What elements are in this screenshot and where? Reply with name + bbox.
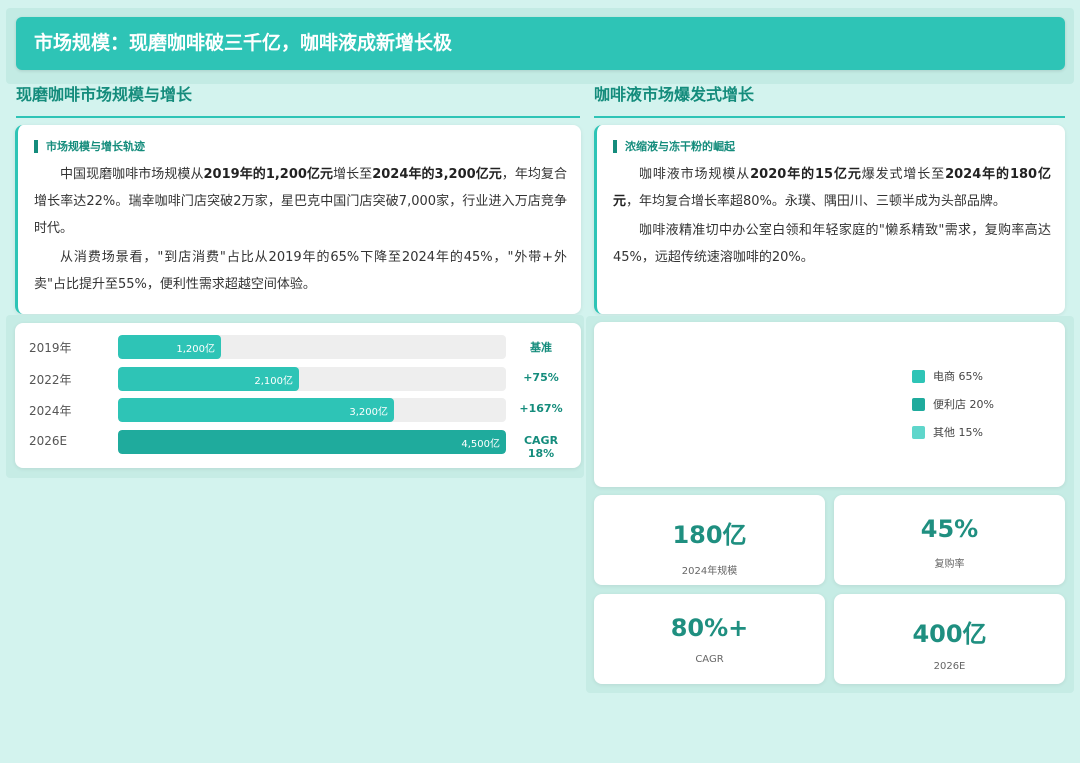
left-card-subtitle: 市场规模与增长轨迹: [34, 139, 567, 155]
bar-row: 2022年 2,100亿 +75%: [15, 367, 581, 393]
right-paragraph-2: 咖啡液精准切中办公室白领和年轻家庭的"懒系精致"需求，复购率高达45%，远超传统…: [613, 223, 1051, 265]
legend-label: 其他 15%: [933, 426, 983, 439]
stat-value: 45%: [920, 515, 979, 543]
legend-item-convenience-store: 便利店 20%: [912, 396, 994, 412]
bar-growth-label: +167%: [519, 402, 563, 415]
legend-item-other: 其他 15%: [912, 424, 983, 440]
highlight: 2024年的3,200亿元: [372, 167, 502, 182]
right-section-title: 咖啡液市场爆发式增长: [594, 84, 1065, 118]
stat-card-repurchase: 45% 复购率: [834, 495, 1065, 585]
bar-track: 4,500亿: [118, 430, 506, 454]
page-title: 市场规模：现磨咖啡破三千亿，咖啡液成新增长极: [16, 17, 1065, 70]
bar-growth-label: +75%: [523, 371, 559, 384]
right-section-title-text: 咖啡液市场爆发式增长: [594, 85, 755, 104]
text: 中国现磨咖啡市场规模从: [60, 167, 204, 182]
text: 爆发式增长至: [861, 167, 946, 182]
bar-year-label: 2024年: [29, 404, 72, 418]
legend-swatch: [912, 397, 925, 411]
left-section-title-text: 现磨咖啡市场规模与增长: [16, 85, 193, 104]
text: 咖啡液市场规模从: [639, 167, 751, 182]
legend-label: 电商 65%: [933, 370, 983, 383]
header-container: 市场规模：现磨咖啡破三千亿，咖啡液成新增长极: [6, 8, 1074, 84]
bar-row: 2024年 3,200亿 +167%: [15, 398, 581, 424]
highlight: 2020年的15亿元: [750, 167, 862, 182]
right-paragraph-1: 咖啡液市场规模从2020年的15亿元爆发式增长至2024年的180亿元，年均复合…: [613, 161, 1051, 215]
bar-year-label: 2026E: [29, 434, 68, 448]
bar-chart-card: 2019年 1,200亿 基准 2022年 2,100亿 +75% 2024年 3,200亿 +…: [15, 323, 581, 468]
stat-card-cagr: 80%+ CAGR: [594, 594, 825, 684]
right-card-subtitle: 浓缩液与冻干粉的崛起: [613, 139, 1051, 155]
left-text-card: 市场规模与增长轨迹 中国现磨咖啡市场规模从2019年的1,200亿元增长至202…: [15, 125, 581, 314]
stat-label: 复购率: [934, 559, 965, 570]
bar-growth-label: CAGR 18%: [523, 434, 559, 460]
stat-label: 2024年规模: [681, 566, 738, 577]
stat-value: 80%+: [670, 614, 749, 642]
stat-card-2026-forecast: 400亿 2026E: [834, 594, 1065, 684]
stat-label: 2026E: [933, 661, 966, 672]
stat-card-scale: 180亿 2024年规模: [594, 495, 825, 585]
legend-swatch: [912, 425, 925, 439]
highlight: 2019年的1,200亿元: [203, 167, 334, 182]
left-paragraph-2: 从消费场景看，"到店消费"占比从2019年的65%下降至2024年的45%，"外…: [34, 250, 567, 292]
bar-value-label: 3,200亿: [349, 407, 388, 418]
bar-row: 2026E 4,500亿 CAGR 18%: [15, 430, 581, 460]
left-paragraph-1: 中国现磨咖啡市场规模从2019年的1,200亿元增长至2024年的3,200亿元…: [34, 161, 567, 242]
bar-year-label: 2019年: [29, 341, 72, 355]
text: 增长至: [333, 167, 373, 182]
legend-label: 便利店 20%: [933, 398, 994, 411]
right-text-card: 浓缩液与冻干粉的崛起 咖啡液市场规模从2020年的15亿元爆发式增长至2024年…: [594, 125, 1065, 314]
legend-item-ecommerce: 电商 65%: [912, 368, 983, 384]
stat-label: CAGR: [695, 654, 724, 665]
bar-track: 3,200亿: [118, 398, 506, 422]
bar-track: 1,200亿: [118, 335, 506, 359]
left-section-title: 现磨咖啡市场规模与增长: [16, 84, 580, 118]
bar-growth-label: 基准: [530, 341, 552, 354]
bar-track: 2,100亿: [118, 367, 506, 391]
channel-legend-card: [594, 322, 1065, 487]
bar-year-label: 2022年: [29, 373, 72, 387]
stat-value: 400亿: [912, 620, 987, 648]
bar-row: 2019年 1,200亿 基准: [15, 335, 581, 361]
bar-value-label: 1,200亿: [176, 344, 215, 355]
legend-swatch: [912, 369, 925, 383]
bar-value-label: 4,500亿: [461, 439, 500, 450]
stat-value: 180亿: [672, 521, 747, 549]
bar-value-label: 2,100亿: [254, 376, 293, 387]
text: ，年均复合增长率超80%。永璞、隅田川、三顿半成为头部品牌。: [626, 194, 1006, 209]
